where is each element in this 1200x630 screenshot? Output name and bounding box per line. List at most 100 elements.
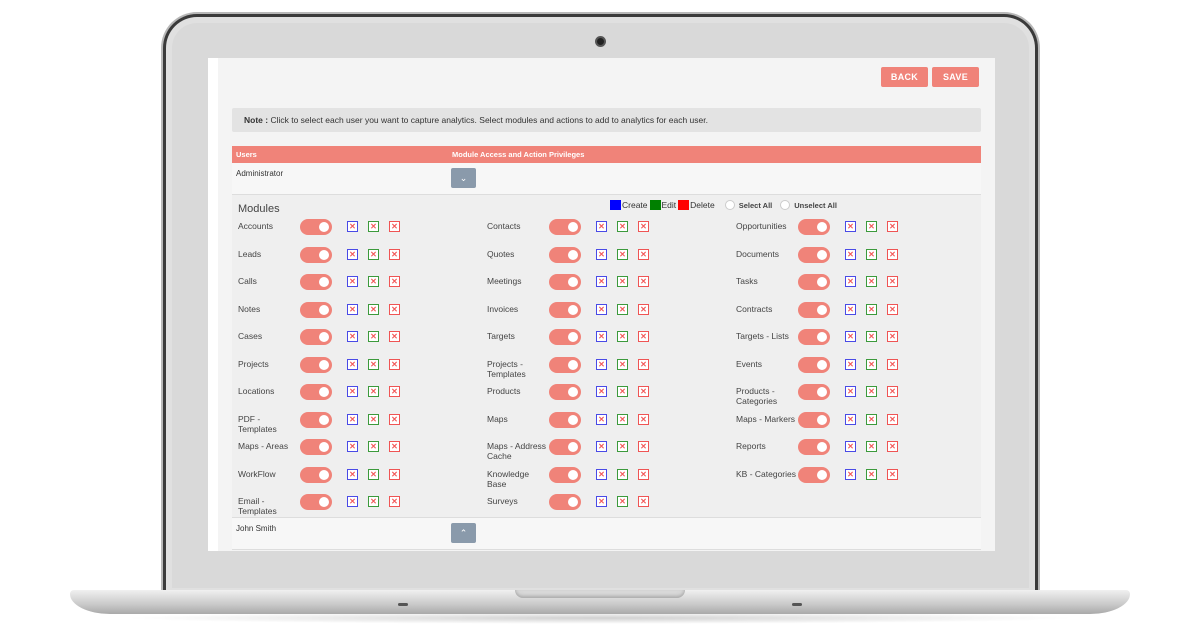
edit-checkbox[interactable]: ✕ bbox=[866, 221, 877, 232]
create-checkbox[interactable]: ✕ bbox=[347, 331, 358, 342]
delete-checkbox[interactable]: ✕ bbox=[887, 386, 898, 397]
create-checkbox[interactable]: ✕ bbox=[845, 331, 856, 342]
module-access-toggle[interactable] bbox=[798, 356, 830, 373]
delete-checkbox[interactable]: ✕ bbox=[389, 331, 400, 342]
module-access-toggle[interactable] bbox=[798, 466, 830, 483]
module-access-toggle[interactable] bbox=[798, 411, 830, 428]
create-checkbox[interactable]: ✕ bbox=[845, 221, 856, 232]
edit-checkbox[interactable]: ✕ bbox=[617, 413, 628, 425]
delete-checkbox[interactable]: ✕ bbox=[887, 441, 898, 452]
edit-checkbox[interactable]: ✕ bbox=[368, 248, 379, 260]
expand-toggle-button[interactable]: ⌃ bbox=[451, 523, 476, 543]
create-checkbox[interactable]: ✕ bbox=[596, 468, 607, 480]
create-checkbox[interactable]: ✕ bbox=[347, 441, 358, 452]
edit-checkbox[interactable]: ✕ bbox=[617, 496, 628, 507]
delete-checkbox[interactable]: ✕ bbox=[638, 441, 649, 452]
delete-checkbox[interactable]: ✕ bbox=[638, 331, 649, 342]
delete-checkbox[interactable]: ✕ bbox=[638, 413, 649, 425]
create-checkbox[interactable]: ✕ bbox=[596, 496, 607, 507]
edit-checkbox[interactable]: ✕ bbox=[617, 441, 628, 452]
module-access-toggle[interactable] bbox=[549, 356, 581, 373]
unselect-all-radio[interactable] bbox=[780, 200, 791, 210]
create-checkbox[interactable]: ✕ bbox=[845, 413, 856, 425]
delete-checkbox[interactable]: ✕ bbox=[389, 221, 400, 232]
user-row[interactable]: John Smith ⌃ bbox=[232, 518, 981, 550]
edit-checkbox[interactable]: ✕ bbox=[866, 303, 877, 315]
module-access-toggle[interactable] bbox=[798, 246, 830, 263]
delete-checkbox[interactable]: ✕ bbox=[887, 413, 898, 425]
create-checkbox[interactable]: ✕ bbox=[596, 248, 607, 260]
delete-checkbox[interactable]: ✕ bbox=[389, 276, 400, 287]
delete-checkbox[interactable]: ✕ bbox=[887, 221, 898, 232]
module-access-toggle[interactable] bbox=[798, 384, 830, 400]
edit-checkbox[interactable]: ✕ bbox=[617, 248, 628, 260]
delete-checkbox[interactable]: ✕ bbox=[638, 276, 649, 287]
create-checkbox[interactable]: ✕ bbox=[596, 413, 607, 425]
edit-checkbox[interactable]: ✕ bbox=[866, 441, 877, 452]
edit-checkbox[interactable]: ✕ bbox=[617, 468, 628, 480]
edit-checkbox[interactable]: ✕ bbox=[866, 413, 877, 425]
edit-checkbox[interactable]: ✕ bbox=[368, 413, 379, 425]
delete-checkbox[interactable]: ✕ bbox=[389, 358, 400, 370]
edit-checkbox[interactable]: ✕ bbox=[368, 303, 379, 315]
delete-checkbox[interactable]: ✕ bbox=[638, 468, 649, 480]
module-access-toggle[interactable] bbox=[300, 439, 332, 455]
edit-checkbox[interactable]: ✕ bbox=[866, 331, 877, 342]
create-checkbox[interactable]: ✕ bbox=[596, 276, 607, 287]
delete-checkbox[interactable]: ✕ bbox=[389, 303, 400, 315]
create-checkbox[interactable]: ✕ bbox=[596, 358, 607, 370]
module-access-toggle[interactable] bbox=[549, 466, 581, 483]
module-access-toggle[interactable] bbox=[549, 494, 581, 510]
module-access-toggle[interactable] bbox=[798, 219, 830, 235]
edit-checkbox[interactable]: ✕ bbox=[617, 221, 628, 232]
create-checkbox[interactable]: ✕ bbox=[347, 276, 358, 287]
module-access-toggle[interactable] bbox=[549, 384, 581, 400]
back-button[interactable]: BACK bbox=[881, 67, 928, 87]
edit-checkbox[interactable]: ✕ bbox=[866, 358, 877, 370]
module-access-toggle[interactable] bbox=[300, 301, 332, 318]
edit-checkbox[interactable]: ✕ bbox=[617, 358, 628, 370]
create-checkbox[interactable]: ✕ bbox=[845, 276, 856, 287]
edit-checkbox[interactable]: ✕ bbox=[368, 468, 379, 480]
edit-checkbox[interactable]: ✕ bbox=[866, 386, 877, 397]
module-access-toggle[interactable] bbox=[798, 329, 830, 345]
delete-checkbox[interactable]: ✕ bbox=[638, 496, 649, 507]
delete-checkbox[interactable]: ✕ bbox=[887, 276, 898, 287]
edit-checkbox[interactable]: ✕ bbox=[368, 331, 379, 342]
edit-checkbox[interactable]: ✕ bbox=[617, 331, 628, 342]
collapse-toggle-button[interactable]: ⌄ bbox=[451, 168, 476, 188]
delete-checkbox[interactable]: ✕ bbox=[638, 303, 649, 315]
module-access-toggle[interactable] bbox=[300, 356, 332, 373]
create-checkbox[interactable]: ✕ bbox=[845, 468, 856, 480]
create-checkbox[interactable]: ✕ bbox=[347, 386, 358, 397]
user-row[interactable]: Administrator ⌄ bbox=[232, 163, 981, 195]
create-checkbox[interactable]: ✕ bbox=[596, 221, 607, 232]
module-access-toggle[interactable] bbox=[549, 301, 581, 318]
module-access-toggle[interactable] bbox=[300, 466, 332, 483]
select-all-radio[interactable] bbox=[724, 200, 735, 210]
create-checkbox[interactable]: ✕ bbox=[596, 303, 607, 315]
delete-checkbox[interactable]: ✕ bbox=[638, 386, 649, 397]
unselect-all-label[interactable]: Unselect All bbox=[794, 201, 837, 210]
delete-checkbox[interactable]: ✕ bbox=[389, 468, 400, 480]
create-checkbox[interactable]: ✕ bbox=[347, 303, 358, 315]
module-access-toggle[interactable] bbox=[549, 219, 581, 235]
create-checkbox[interactable]: ✕ bbox=[596, 386, 607, 397]
delete-checkbox[interactable]: ✕ bbox=[638, 221, 649, 232]
edit-checkbox[interactable]: ✕ bbox=[617, 303, 628, 315]
module-access-toggle[interactable] bbox=[549, 439, 581, 455]
create-checkbox[interactable]: ✕ bbox=[845, 303, 856, 315]
create-checkbox[interactable]: ✕ bbox=[845, 358, 856, 370]
module-access-toggle[interactable] bbox=[798, 274, 830, 290]
save-button[interactable]: SAVE bbox=[932, 67, 979, 87]
delete-checkbox[interactable]: ✕ bbox=[887, 331, 898, 342]
edit-checkbox[interactable]: ✕ bbox=[368, 276, 379, 287]
module-access-toggle[interactable] bbox=[549, 329, 581, 345]
create-checkbox[interactable]: ✕ bbox=[347, 358, 358, 370]
delete-checkbox[interactable]: ✕ bbox=[887, 468, 898, 480]
module-access-toggle[interactable] bbox=[300, 329, 332, 345]
edit-checkbox[interactable]: ✕ bbox=[368, 496, 379, 507]
module-access-toggle[interactable] bbox=[549, 411, 581, 428]
delete-checkbox[interactable]: ✕ bbox=[638, 358, 649, 370]
module-access-toggle[interactable] bbox=[300, 494, 332, 510]
